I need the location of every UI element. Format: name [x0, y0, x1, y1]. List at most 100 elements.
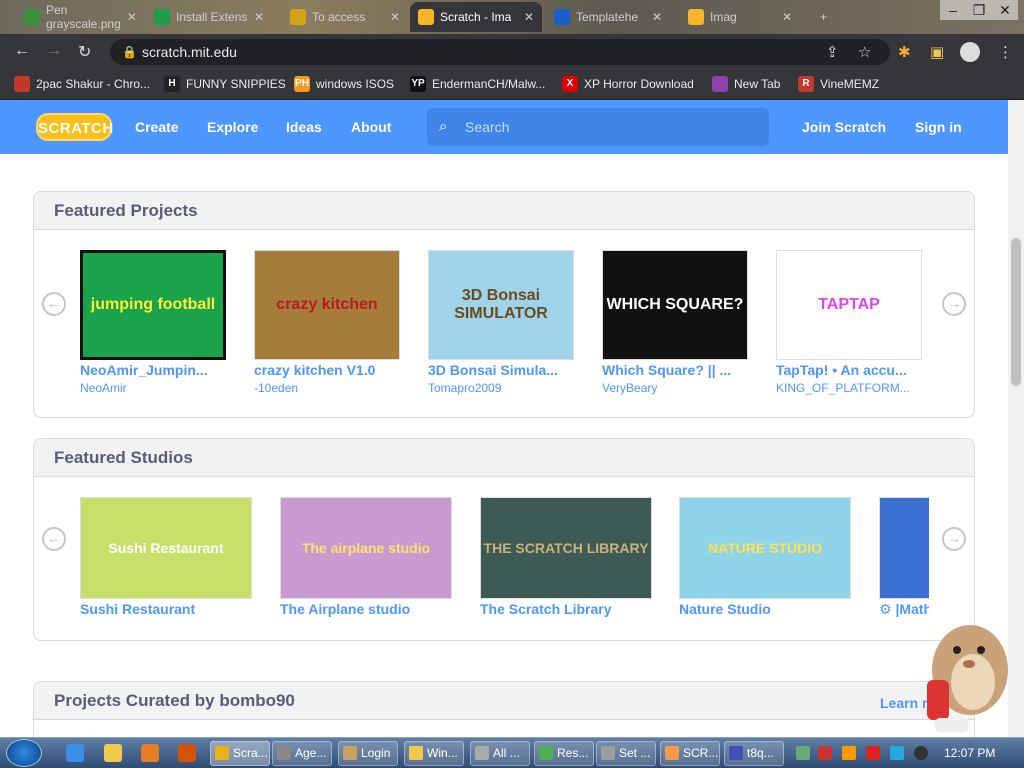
page-scrollbar[interactable]	[1008, 100, 1024, 737]
bookmark-star-icon[interactable]: ☆	[858, 43, 871, 61]
browser-tab[interactable]: Scratch - Ima ✕	[410, 2, 542, 32]
tray-v-icon[interactable]	[818, 746, 832, 760]
project-card[interactable]: jumping football NeoAmir_Jumpin... NeoAm…	[80, 250, 226, 400]
nav-explore[interactable]: Explore	[207, 119, 258, 135]
nav-ideas[interactable]: Ideas	[286, 119, 322, 135]
browser-tab[interactable]: Pen grayscale.png ✕	[16, 2, 137, 32]
taskbar-window-button[interactable]: All ...	[470, 741, 530, 766]
back-icon[interactable]: ←	[14, 42, 30, 60]
sign-in-link[interactable]: Sign in	[915, 119, 962, 135]
studio-card[interactable]: Sushi Restaurant Sushi Restaurant	[80, 497, 252, 623]
search-input[interactable]: ⌕ Search	[427, 108, 769, 146]
join-scratch-link[interactable]: Join Scratch	[802, 119, 886, 135]
tray-monitor-icon[interactable]	[890, 746, 904, 760]
tray-flag-icon[interactable]	[866, 746, 880, 760]
tab-close-icon[interactable]: ✕	[782, 10, 792, 24]
close-window-button[interactable]: ✕	[992, 0, 1018, 20]
project-author[interactable]: KING_OF_PLATFORM...	[776, 381, 922, 395]
tab-close-icon[interactable]: ✕	[127, 10, 137, 24]
studios-next-arrow-icon[interactable]: →	[942, 527, 966, 551]
studio-card[interactable]: NATURE STUDIO Nature Studio	[679, 497, 851, 623]
browser-tab[interactable]: Install Extens ✕	[146, 2, 272, 32]
project-thumbnail[interactable]: 3D Bonsai SIMULATOR	[428, 250, 574, 360]
project-author[interactable]: Tomapro2009	[428, 381, 574, 395]
nav-about[interactable]: About	[351, 119, 391, 135]
extensions-icon[interactable]: ✱	[898, 43, 911, 61]
bookmark-item[interactable]: R VineMEMZ	[798, 76, 879, 92]
studio-card[interactable]: The airplane studio The Airplane studio	[280, 497, 452, 623]
nav-create[interactable]: Create	[135, 119, 179, 135]
project-author[interactable]: NeoAmir	[80, 381, 226, 395]
studio-thumbnail[interactable]: Sushi Restaurant	[80, 497, 252, 599]
profile-avatar-icon[interactable]	[960, 42, 980, 62]
menu-kebab-icon[interactable]: ⋮	[998, 43, 1013, 61]
studios-prev-arrow-icon[interactable]: ←	[42, 527, 66, 551]
taskbar-window-button[interactable]: Age...	[272, 741, 332, 766]
tab-close-icon[interactable]: ✕	[254, 10, 264, 24]
scratch-logo[interactable]: SCRATCH	[36, 113, 113, 141]
tab-close-icon[interactable]: ✕	[390, 10, 400, 24]
tab-close-icon[interactable]: ✕	[524, 10, 534, 24]
studio-thumbnail[interactable]: The airplane studio	[280, 497, 452, 599]
projects-prev-arrow-icon[interactable]: ←	[42, 292, 66, 316]
bookmark-item[interactable]: H FUNNY SNIPPIES	[164, 76, 286, 92]
browser-tab[interactable]: Templatehe ✕	[546, 2, 670, 32]
project-title[interactable]: 3D Bonsai Simula...	[428, 362, 574, 378]
taskbar-window-button[interactable]: t8q...	[724, 741, 784, 766]
taskbar-window-button[interactable]: Login	[338, 741, 398, 766]
studio-title[interactable]: The Scratch Library	[480, 601, 652, 617]
studio-title[interactable]: Sushi Restaurant	[80, 601, 252, 617]
maximize-button[interactable]: ❐	[966, 0, 992, 20]
media-player-icon[interactable]	[141, 744, 159, 762]
studio-title[interactable]: The Airplane studio	[280, 601, 452, 617]
tray-search-icon[interactable]	[842, 746, 856, 760]
tray-app-icon[interactable]	[796, 746, 810, 760]
share-icon[interactable]: ⇪	[826, 43, 839, 61]
taskbar-window-button[interactable]: Set ...	[596, 741, 656, 766]
paint-icon[interactable]	[178, 744, 196, 762]
studio-thumbnail[interactable]: THE SCRATCH LIBRARY	[480, 497, 652, 599]
reload-icon[interactable]: ↻	[78, 42, 91, 62]
browser-tab[interactable]: Imag ✕	[680, 2, 800, 32]
taskbar-window-button[interactable]: Scra...	[210, 741, 270, 766]
minimize-button[interactable]: –	[940, 0, 966, 20]
studio-title[interactable]: Nature Studio	[679, 601, 851, 617]
taskbar-window-button[interactable]: SCR...	[660, 741, 720, 766]
project-author[interactable]: -10eden	[254, 381, 400, 395]
studio-thumbnail[interactable]: NATURE STUDIO	[679, 497, 851, 599]
studio-thumbnail[interactable]	[879, 497, 929, 599]
bookmark-item[interactable]: X XP Horror Download	[562, 76, 694, 92]
explorer-icon[interactable]	[104, 744, 122, 762]
sidebar-icon[interactable]: ▣	[930, 43, 944, 61]
studio-card[interactable]: THE SCRATCH LIBRARY The Scratch Library	[480, 497, 652, 623]
project-title[interactable]: crazy kitchen V1.0	[254, 362, 400, 378]
new-tab-button[interactable]: +	[812, 2, 835, 32]
start-button[interactable]	[6, 739, 42, 767]
browser-tab[interactable]: To access ✕	[282, 2, 408, 32]
taskbar-window-button[interactable]: Res...	[534, 741, 594, 766]
bookmark-item[interactable]: PH windows ISOS	[294, 76, 394, 92]
taskbar-window-button[interactable]: Win...	[404, 741, 464, 766]
url-input[interactable]: 🔒 scratch.mit.edu	[110, 39, 890, 65]
project-title[interactable]: NeoAmir_Jumpin...	[80, 362, 226, 378]
project-card[interactable]: crazy kitchen crazy kitchen V1.0 -10eden	[254, 250, 400, 400]
tab-close-icon[interactable]: ✕	[652, 10, 662, 24]
project-title[interactable]: Which Square? || ...	[602, 362, 748, 378]
projects-next-arrow-icon[interactable]: →	[942, 292, 966, 316]
scrollbar-thumb[interactable]	[1011, 238, 1021, 386]
project-thumbnail[interactable]: TAPTAP	[776, 250, 922, 360]
project-card[interactable]: TAPTAP TapTap! • An accu... KING_OF_PLAT…	[776, 250, 922, 400]
bookmark-item[interactable]: New Tab	[712, 76, 780, 92]
bookmark-item[interactable]: YP EndermanCH/Malw...	[410, 76, 545, 92]
bookmark-item[interactable]: 2pac Shakur - Chro...	[14, 76, 150, 92]
taskbar-clock[interactable]: 12:07 PM	[944, 746, 995, 760]
project-title[interactable]: TapTap! • An accu...	[776, 362, 922, 378]
forward-icon[interactable]: →	[46, 42, 62, 60]
project-card[interactable]: WHICH SQUARE? Which Square? || ... VeryB…	[602, 250, 748, 400]
studio-card[interactable]: ⚙ |Math	[879, 497, 929, 623]
project-thumbnail[interactable]: jumping football	[80, 250, 226, 360]
project-author[interactable]: VeryBeary	[602, 381, 748, 395]
tray-volume-icon[interactable]	[914, 746, 928, 760]
project-thumbnail[interactable]: WHICH SQUARE?	[602, 250, 748, 360]
project-card[interactable]: 3D Bonsai SIMULATOR 3D Bonsai Simula... …	[428, 250, 574, 400]
